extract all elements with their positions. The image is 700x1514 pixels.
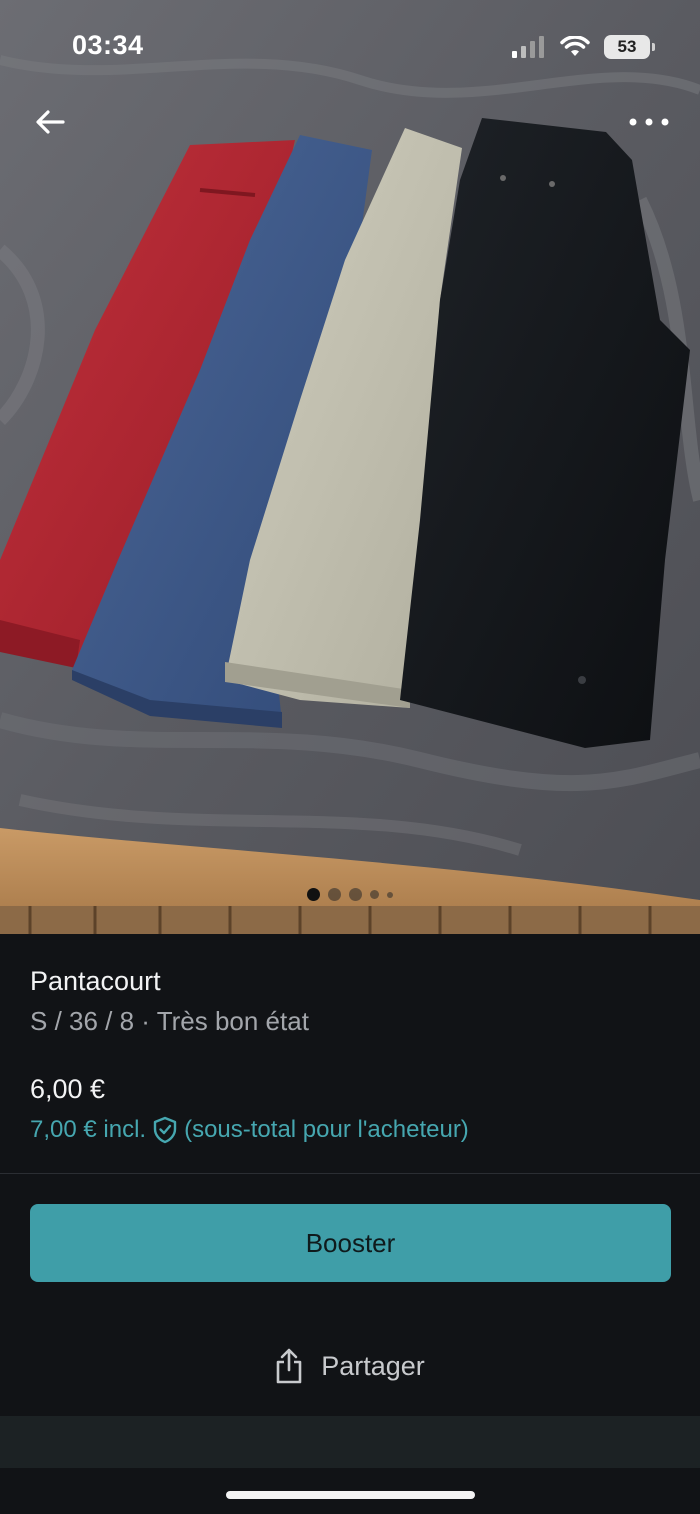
cellular-signal-icon <box>512 36 544 58</box>
more-horizontal-icon <box>629 118 669 126</box>
status-bar: 03:34 53 <box>0 0 700 92</box>
home-indicator[interactable] <box>226 1491 475 1499</box>
carousel-dot[interactable] <box>328 888 341 901</box>
bottom-bar <box>0 1416 700 1468</box>
section-divider <box>0 1173 700 1174</box>
more-options-button[interactable] <box>622 100 676 144</box>
wifi-icon <box>560 36 590 56</box>
item-title: Pantacourt <box>30 966 161 996</box>
status-indicators: 53 <box>512 32 655 62</box>
arrow-left-icon <box>36 110 65 134</box>
carousel-dot[interactable] <box>387 891 393 898</box>
item-price: 6,00 € <box>30 1074 106 1104</box>
carousel-dot[interactable] <box>307 888 320 901</box>
item-photo <box>0 0 700 934</box>
buyer-protection-price[interactable]: 7,00 € incl. (sous-total pour l'acheteur… <box>30 1114 469 1146</box>
item-subtitle: S / 36 / 8 · Très bon état <box>30 1006 309 1036</box>
back-button[interactable] <box>28 100 72 144</box>
carousel-dots <box>0 888 700 901</box>
item-detail-screen: 03:34 53 Pantacourt S / 36 / 8 · Très bo… <box>0 0 700 1514</box>
buyer-price-note: (sous-total pour l'acheteur) <box>184 1116 469 1143</box>
carousel-dot[interactable] <box>370 890 379 899</box>
share-label: Partager <box>321 1350 425 1381</box>
shield-check-icon <box>153 1116 177 1144</box>
carousel-dot[interactable] <box>349 888 362 901</box>
booster-button[interactable]: Booster <box>30 1204 671 1282</box>
item-photo-carousel[interactable]: 03:34 53 <box>0 0 700 934</box>
share-icon <box>276 1348 302 1384</box>
status-time: 03:34 <box>72 30 144 60</box>
share-button[interactable]: Partager <box>0 1330 700 1402</box>
battery-indicator: 53 <box>604 35 655 59</box>
buyer-price-amount: 7,00 € incl. <box>30 1116 147 1143</box>
